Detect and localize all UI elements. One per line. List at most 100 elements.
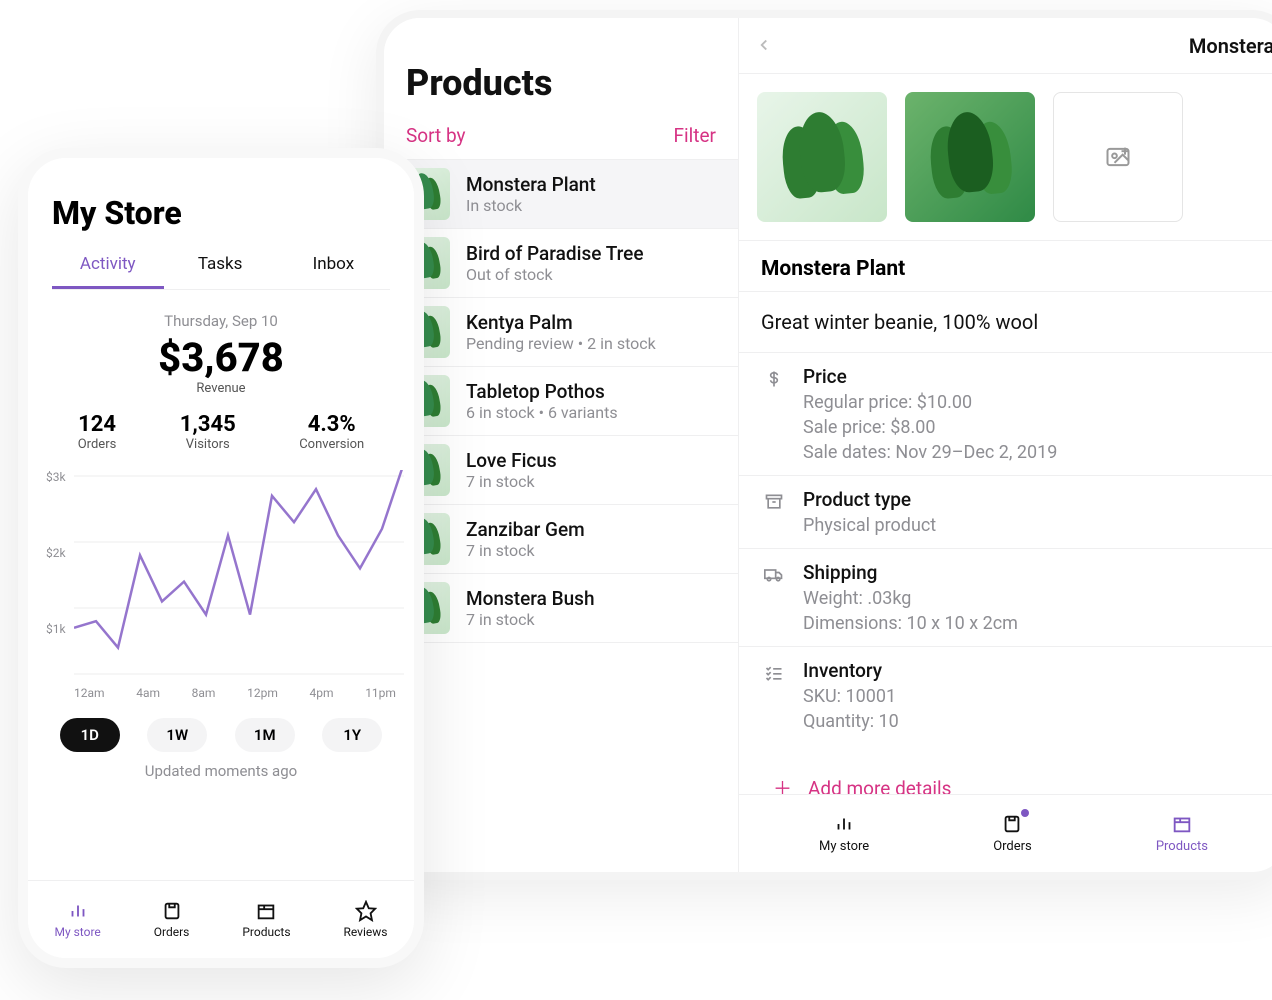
x-tick: 4am: [136, 686, 160, 700]
product-row[interactable]: Monstera Plant In stock: [384, 160, 738, 229]
product-image[interactable]: [905, 92, 1035, 222]
product-name: Bird of Paradise Tree: [466, 242, 644, 265]
box-icon: [1171, 813, 1193, 835]
shipping-dimensions: Dimensions: 10 x 10 x 2cm: [803, 613, 1018, 634]
product-name: Kentya Palm: [466, 311, 656, 334]
y-tick: $2k: [46, 546, 66, 560]
tablet-tabbar: My store Orders Products: [739, 794, 1272, 872]
product-row[interactable]: Bird of Paradise Tree Out of stock: [384, 229, 738, 298]
shipping-label: Shipping: [803, 561, 1018, 584]
tab-label: Orders: [993, 839, 1032, 854]
product-status: Pending review • 2 in stock: [466, 334, 656, 353]
inventory-qty: Quantity: 10: [803, 711, 899, 732]
product-status: 6 in stock • 6 variants: [466, 403, 618, 422]
add-image-button[interactable]: [1053, 92, 1183, 222]
tabbar-orders[interactable]: Orders: [154, 900, 190, 939]
type-label: Product type: [803, 488, 936, 511]
stat-label: Visitors: [180, 437, 236, 452]
price-section[interactable]: Price Regular price: $10.00 Sale price: …: [739, 353, 1272, 476]
dollar-icon: [761, 365, 787, 463]
price-label: Price: [803, 365, 1057, 388]
product-name: Zanzibar Gem: [466, 518, 585, 541]
box-icon: [255, 900, 277, 922]
sort-by-button[interactable]: Sort by: [406, 124, 466, 147]
product-name: Monstera Plant: [466, 173, 596, 196]
plus-icon: ＋: [773, 777, 792, 794]
price-sale: Sale price: $8.00: [803, 417, 1057, 438]
add-more-details-button[interactable]: Add more details: [808, 777, 951, 794]
last-updated: Updated moments ago: [46, 762, 396, 780]
product-name: Love Ficus: [466, 449, 557, 472]
range-1w[interactable]: 1W: [147, 718, 207, 752]
chart-icon: [833, 813, 855, 835]
type-value: Physical product: [803, 515, 936, 536]
revenue-value: $3,678: [46, 334, 396, 381]
tab-tasks[interactable]: Tasks: [164, 242, 277, 289]
stat-conversion: 4.3% Conversion: [299, 412, 364, 452]
tab-orders[interactable]: Orders: [993, 813, 1032, 854]
chart-icon: [67, 900, 89, 922]
product-status: 7 in stock: [466, 472, 557, 491]
price-dates: Sale dates: Nov 29–Dec 2, 2019: [803, 442, 1057, 463]
product-status: Out of stock: [466, 265, 644, 284]
product-row[interactable]: Tabletop Pothos 6 in stock • 6 variants: [384, 367, 738, 436]
stat-visitors: 1,345 Visitors: [180, 412, 236, 452]
phone-device-frame: My Store Activity Tasks Inbox Thursday, …: [18, 148, 424, 968]
tab-label: Orders: [154, 925, 190, 939]
tab-products[interactable]: Products: [1156, 813, 1208, 854]
y-tick: $3k: [46, 470, 66, 484]
range-1m[interactable]: 1M: [235, 718, 295, 752]
filter-button[interactable]: Filter: [674, 124, 716, 147]
revenue-label: Revenue: [46, 381, 396, 396]
tabbar-reviews[interactable]: Reviews: [344, 900, 388, 939]
inventory-section[interactable]: Inventory SKU: 10001 Quantity: 10: [739, 647, 1272, 744]
y-tick: $1k: [46, 622, 66, 636]
shipping-weight: Weight: .03kg: [803, 588, 1018, 609]
truck-icon: [761, 561, 787, 634]
stat-label: Conversion: [299, 437, 364, 452]
x-tick: 8am: [192, 686, 216, 700]
product-status: 7 in stock: [466, 610, 595, 629]
tab-label: My store: [54, 925, 100, 939]
product-name: Monstera Bush: [466, 587, 595, 610]
shipping-section[interactable]: Shipping Weight: .03kg Dimensions: 10 x …: [739, 549, 1272, 647]
tab-label: My store: [819, 839, 869, 854]
phone-tabbar: My store Orders Products Reviews: [28, 880, 414, 958]
product-status: 7 in stock: [466, 541, 585, 560]
orders-icon: [1001, 813, 1023, 835]
inventory-sku: SKU: 10001: [803, 686, 899, 707]
stat-value: 124: [78, 412, 117, 437]
tab-my-store[interactable]: My store: [819, 813, 869, 854]
inventory-label: Inventory: [803, 659, 899, 682]
stat-label: Orders: [78, 437, 117, 452]
price-regular: Regular price: $10.00: [803, 392, 1057, 413]
range-1d[interactable]: 1D: [60, 718, 120, 752]
product-row[interactable]: Kentya Palm Pending review • 2 in stock: [384, 298, 738, 367]
product-row[interactable]: Monstera Bush 7 in stock: [384, 574, 738, 643]
tab-label: Products: [242, 925, 290, 939]
checklist-icon: [761, 659, 787, 732]
detail-description: Great winter beanie, 100% wool: [739, 292, 1272, 353]
product-name: Tabletop Pothos: [466, 380, 618, 403]
x-tick: 4pm: [310, 686, 334, 700]
product-status: In stock: [466, 196, 596, 215]
products-panel: Products Sort by Filter Monstera Plant I…: [384, 18, 739, 872]
product-row[interactable]: Zanzibar Gem 7 in stock: [384, 505, 738, 574]
store-title: My Store: [52, 194, 390, 232]
tab-label: Reviews: [344, 925, 388, 939]
archive-icon: [761, 488, 787, 536]
notification-badge: [1021, 809, 1029, 817]
tab-activity[interactable]: Activity: [52, 242, 164, 289]
stat-value: 4.3%: [299, 412, 364, 437]
back-chevron-icon[interactable]: [755, 31, 773, 61]
tabbar-products[interactable]: Products: [242, 900, 290, 939]
product-row[interactable]: Love Ficus 7 in stock: [384, 436, 738, 505]
product-image[interactable]: [757, 92, 887, 222]
tabbar-my-store[interactable]: My store: [54, 900, 100, 939]
product-type-section[interactable]: Product type Physical product: [739, 476, 1272, 549]
revenue-chart: $3k $2k $1k 12am 4am 8am 12pm 4pm 11pm: [46, 470, 396, 700]
tab-inbox[interactable]: Inbox: [277, 242, 390, 289]
range-1y[interactable]: 1Y: [322, 718, 382, 752]
orders-icon: [161, 900, 183, 922]
tablet-device-frame: Products Sort by Filter Monstera Plant I…: [376, 10, 1272, 880]
